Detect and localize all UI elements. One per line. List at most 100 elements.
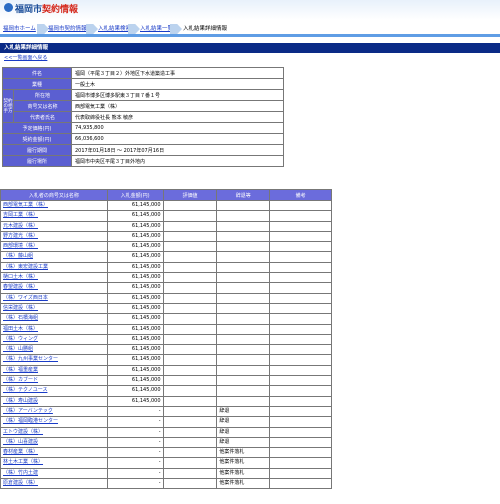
bidder-link[interactable]: 西部環境（株） xyxy=(3,243,38,249)
evaluation-cell xyxy=(162,405,218,418)
breadcrumb-list[interactable]: 入札結果一覧 xyxy=(140,26,173,32)
estimated-price-value: 74,935,800 xyxy=(71,122,284,134)
bidder-link[interactable]: （株）ワイズ西日本 xyxy=(3,295,48,301)
company-value: 西部電気工業（株） xyxy=(71,100,284,112)
table-row: （株）山喜建設 - 辞退 xyxy=(0,436,332,449)
bidder-link[interactable]: （株）寿山建設 xyxy=(3,398,38,404)
bidder-name-cell: （株）ウィング xyxy=(0,333,108,346)
bid-amount-cell: 61,145,000 xyxy=(106,199,164,212)
bidder-link[interactable]: （株）東宏建設工業 xyxy=(3,264,48,270)
bidder-link[interactable]: 元木建設（株） xyxy=(3,223,38,229)
evaluation-cell xyxy=(162,241,218,253)
bid-amount-cell: - xyxy=(106,416,164,428)
remarks-cell xyxy=(269,447,332,459)
table-row: （株）ワイズ西日本 61,145,000 xyxy=(0,292,332,304)
remarks-cell xyxy=(269,385,332,397)
bidder-link[interactable]: 西部電気工業（株） xyxy=(3,202,48,208)
bidder-name-cell: （株）竹内土建 xyxy=(0,467,108,480)
bidder-link[interactable]: 樋口土木（株） xyxy=(3,274,38,280)
withdrawal-cell xyxy=(216,251,271,263)
bidder-name-cell: （株）テクノユース xyxy=(0,385,108,397)
withdrawal-cell xyxy=(216,364,271,377)
bidder-link[interactable]: （株）アーバンテック xyxy=(3,408,53,414)
period-value: 2017年01月18日 〜 2017年07月16日 xyxy=(71,144,284,156)
remarks-cell xyxy=(269,395,332,407)
breadcrumb-contract-info[interactable]: 福岡市契約情報 xyxy=(48,26,87,32)
back-to-list-link[interactable]: <<一覧画面へ戻る xyxy=(4,54,47,61)
bidder-link[interactable]: （株）九州事業センター xyxy=(3,356,58,362)
evaluation-cell xyxy=(162,354,218,366)
bid-amount-cell: 61,145,000 xyxy=(106,323,164,335)
bidder-link[interactable]: 林土木工業（株） xyxy=(3,459,43,465)
withdrawal-cell xyxy=(216,354,271,366)
withdrawal-cell xyxy=(216,333,271,346)
representative-value: 代表取締役社長 熊本 敏彦 xyxy=(71,111,284,123)
evaluation-cell xyxy=(162,251,218,263)
remarks-cell xyxy=(269,241,332,253)
bidder-link[interactable]: 春望建設（株） xyxy=(3,284,38,290)
remarks-cell xyxy=(269,251,332,263)
bidder-link[interactable]: （株）テクノユース xyxy=(3,387,47,393)
table-row: （株）石橋海組 61,145,000 xyxy=(0,313,332,325)
bidder-name-cell: 信栄建設（株） xyxy=(0,302,108,315)
bidder-link[interactable]: 野方建光（株） xyxy=(3,233,38,239)
evaluation-cell xyxy=(162,467,218,480)
bidder-link[interactable]: （株）カブード xyxy=(3,377,38,383)
contractor-group-label: 契約の相手方 xyxy=(2,89,14,123)
bidder-name-cell: （株）カブード xyxy=(0,375,108,387)
col-remarks: 備考 xyxy=(269,189,332,201)
breadcrumb-search[interactable]: 入札結果検索 xyxy=(98,26,131,32)
bidder-name-cell: 原倉建設（株） xyxy=(0,478,108,490)
bidder-link[interactable]: 信栄建設（株） xyxy=(3,305,38,311)
contract-info-table: 件名 福岡（平尾３丁目２）外地区下水道築造工事 業種 一般土木 契約の相手方 所在地福… xyxy=(2,67,284,167)
remarks-cell xyxy=(269,467,332,480)
evaluation-cell xyxy=(162,385,218,397)
bidder-link[interactable]: （株）山喜建設 xyxy=(3,439,38,445)
breadcrumb-home[interactable]: 福岡市ホーム xyxy=(3,26,36,32)
type-value: 一般土木 xyxy=(71,78,284,90)
bidder-link[interactable]: （株）福重産業 xyxy=(3,367,38,373)
period-label: 履行期間 xyxy=(2,144,72,156)
bid-amount-cell: 61,145,000 xyxy=(106,282,164,294)
table-row: 信栄建設（株） 61,145,000 xyxy=(0,302,332,315)
withdrawal-cell xyxy=(216,199,271,212)
place-value: 福岡市中央区平尾３丁目外地内 xyxy=(71,155,284,167)
col-bid-amount: 入札金額(円) xyxy=(106,189,164,201)
remarks-cell xyxy=(269,210,332,222)
bidder-link[interactable]: 原倉建設（株） xyxy=(3,480,38,486)
bid-amount-cell: 61,145,000 xyxy=(106,241,164,253)
bidder-name-cell: 春望建設（株） xyxy=(0,282,108,294)
bidder-link[interactable]: 福田土木（株） xyxy=(3,326,38,332)
remarks-cell xyxy=(269,272,332,284)
table-row: （株）東宏建設工業 61,145,000 xyxy=(0,261,332,274)
evaluation-cell xyxy=(162,364,218,377)
bidder-link[interactable]: （株）福岡臨港センター xyxy=(3,418,58,424)
withdrawal-cell xyxy=(216,261,271,274)
evaluation-cell xyxy=(162,272,218,284)
bid-amount-cell: 61,145,000 xyxy=(106,354,164,366)
withdrawal-cell xyxy=(216,395,271,407)
address-label: 所在地 xyxy=(13,89,72,101)
bidder-name-cell: （株）福岡臨港センター xyxy=(0,416,108,428)
bidder-name-cell: （株）藤山組 xyxy=(0,251,108,263)
bidder-name-cell: 春材産業（株） xyxy=(0,447,108,459)
bidder-link[interactable]: 春材産業（株） xyxy=(3,449,38,455)
contract-amount-value: 66,036,600 xyxy=(71,133,284,145)
bidder-link[interactable]: （株）山勝組 xyxy=(3,346,33,352)
site-logo[interactable]: 福岡市契約情報 xyxy=(15,2,78,15)
bidder-name-cell: エトウ建設（株） xyxy=(0,426,108,438)
bid-amount-cell: 61,145,000 xyxy=(106,385,164,397)
bidder-link[interactable]: （株）藤山組 xyxy=(3,253,33,259)
table-row: 西部電気工業（株） 61,145,000 xyxy=(0,199,332,212)
bidder-link[interactable]: 吉岡工業（株） xyxy=(3,212,38,218)
chevron-right-icon xyxy=(128,24,140,34)
page-title: 入札結果詳細情報 xyxy=(0,43,500,53)
bid-amount-cell: 61,145,000 xyxy=(106,344,164,356)
bidder-link[interactable]: （株）石橋海組 xyxy=(3,315,38,321)
bidder-link[interactable]: （株）竹内土建 xyxy=(3,470,38,476)
evaluation-cell xyxy=(162,375,218,387)
bidder-link[interactable]: （株）ウィング xyxy=(3,336,38,342)
remarks-cell xyxy=(269,416,332,428)
bidder-link[interactable]: エトウ建設（株） xyxy=(3,429,43,435)
col-bidder-name: 入札者の商号又は名称 xyxy=(0,189,108,201)
